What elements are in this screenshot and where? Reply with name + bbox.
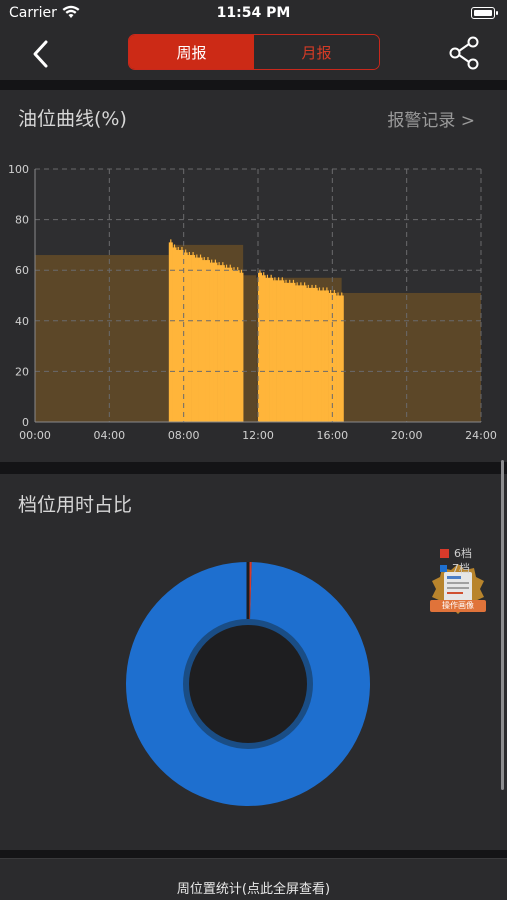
fuel-level-title: 油位曲线(%) xyxy=(18,108,127,130)
battery-icon xyxy=(471,7,498,19)
x-tick-label: 12:00 xyxy=(242,429,274,442)
fuel-bar xyxy=(280,280,285,422)
footer-bar: 周位置统计(点此全屏查看) xyxy=(0,858,507,900)
divider-band xyxy=(0,850,507,858)
scrollbar[interactable] xyxy=(501,460,504,790)
fuel-bar xyxy=(269,277,274,422)
divider xyxy=(0,858,507,859)
fuel-bar xyxy=(217,265,222,422)
x-tick-label: 20:00 xyxy=(391,429,423,442)
fuel-bar xyxy=(276,280,281,422)
fuel-bar xyxy=(302,285,307,422)
legend-swatch xyxy=(440,548,449,558)
fuel-bar xyxy=(235,270,240,422)
report-period-toggle: 周报 月报 xyxy=(128,34,380,70)
fuel-bar xyxy=(187,255,192,422)
divider-band xyxy=(0,462,507,474)
fuel-bar xyxy=(306,287,311,422)
y-tick-label: 80 xyxy=(15,214,29,227)
fuel-bar xyxy=(258,272,263,422)
legend-label: 7档 xyxy=(452,562,470,575)
fuel-bar xyxy=(321,290,326,422)
fuel-bar xyxy=(272,280,277,422)
fuel-bar xyxy=(287,282,292,422)
fuel-bar xyxy=(191,255,196,422)
fuel-bar xyxy=(183,252,188,422)
divider-band xyxy=(0,80,507,90)
y-tick-label: 60 xyxy=(15,264,29,277)
y-tick-label: 40 xyxy=(15,315,29,328)
fuel-bar xyxy=(194,257,199,422)
fuel-bar xyxy=(228,267,233,422)
fuel-bar xyxy=(265,277,270,422)
fuel-area-segment xyxy=(35,255,169,422)
fuel-bar xyxy=(339,295,344,422)
fuel-bar xyxy=(168,242,173,422)
legend-item[interactable]: 7档 xyxy=(440,560,470,576)
fuel-bar xyxy=(310,287,315,422)
legend-swatch xyxy=(440,564,447,572)
nav-bar: 周报 月报 xyxy=(0,28,507,80)
fuel-bar xyxy=(220,265,225,422)
x-tick-label: 16:00 xyxy=(316,429,348,442)
tab-monthly[interactable]: 月报 xyxy=(254,35,379,69)
x-tick-label: 04:00 xyxy=(93,429,125,442)
fuel-bar xyxy=(336,295,341,422)
fuel-bar xyxy=(317,290,322,422)
badge-label: 操作画像 xyxy=(430,600,486,612)
chevron-left-icon[interactable] xyxy=(28,39,54,69)
fuel-bar xyxy=(291,282,296,422)
fuel-bar xyxy=(328,292,333,422)
fuel-bar xyxy=(213,262,218,422)
fuel-bar xyxy=(295,285,300,422)
y-tick-label: 20 xyxy=(15,365,29,378)
fuel-bar xyxy=(202,260,207,422)
fuel-level-chart: 0 20 40 60 80 100 00:00 04:00 08:00 12:00 16:00 20:… xyxy=(8,163,497,442)
fuel-bar xyxy=(205,260,210,422)
fuel-bar xyxy=(332,292,337,422)
fuel-bar xyxy=(198,257,203,422)
alarm-records-link[interactable]: 报警记录 > xyxy=(387,106,475,131)
fuel-bar xyxy=(231,270,236,422)
fuel-bar xyxy=(239,272,244,422)
x-tick-label: 08:00 xyxy=(168,429,200,442)
tab-weekly[interactable]: 周报 xyxy=(129,35,254,69)
share-icon[interactable] xyxy=(447,36,481,70)
fuel-bar xyxy=(313,287,318,422)
legend-item[interactable]: 6档 xyxy=(440,545,472,561)
gear-usage-title: 档位用时占比 xyxy=(18,494,133,516)
x-tick-label: 24:00 xyxy=(465,429,497,442)
fuel-bar xyxy=(261,275,266,422)
gear-donut-chart xyxy=(125,562,371,806)
status-bar: Carrier 11:54 PM xyxy=(0,0,507,28)
x-tick-label: 00:00 xyxy=(19,429,51,442)
y-tick-label: 0 xyxy=(22,416,29,429)
fuel-bar xyxy=(324,290,329,422)
fuel-bar xyxy=(209,262,214,422)
fuel-bar xyxy=(284,282,289,422)
fuel-bar xyxy=(298,285,303,422)
clock-time: 11:54 PM xyxy=(216,5,291,21)
fuel-area-segment xyxy=(341,292,481,422)
y-tick-label: 100 xyxy=(8,163,29,176)
weekly-location-stats-link[interactable]: 周位置统计(点此全屏查看) xyxy=(0,878,507,897)
donut-hole xyxy=(183,619,313,749)
fuel-area-segment xyxy=(243,275,257,422)
fuel-bar xyxy=(176,249,181,422)
fuel-bar xyxy=(172,247,177,422)
driver-profile-badge[interactable]: 7档 操作画像 xyxy=(426,562,490,616)
legend-label: 6档 xyxy=(454,547,472,560)
fuel-bar xyxy=(224,267,229,422)
